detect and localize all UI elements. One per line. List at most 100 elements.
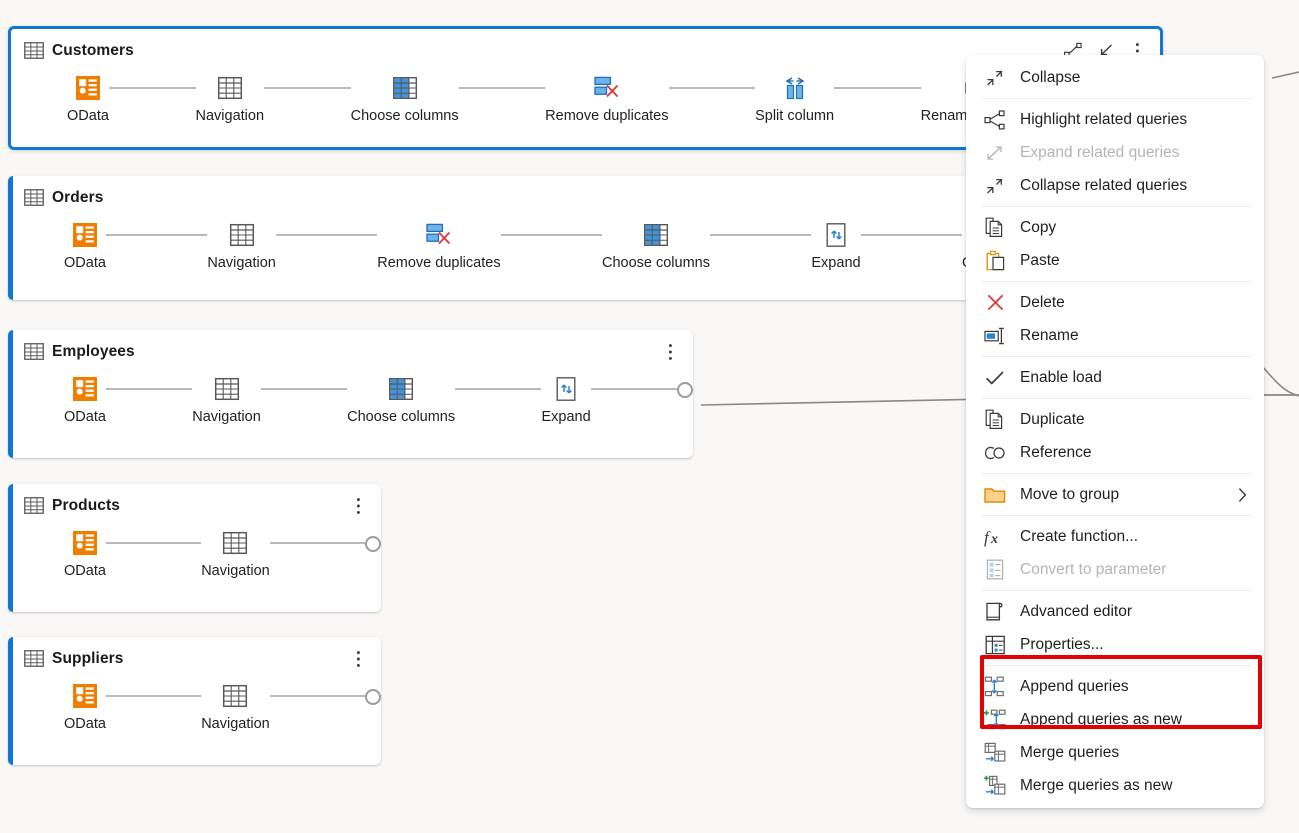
step-navigation[interactable]: Navigation [207,220,276,272]
copy-icon [980,217,1010,239]
menu-separator [982,590,1252,591]
diagram-canvas[interactable]: Customers OData Navigation Choose column… [0,0,1299,833]
menu-item-move-to-group[interactable]: Move to group [966,478,1264,511]
menu-item-append-queries-as-new[interactable]: Append queries as new [966,703,1264,736]
menu-item-label: Reference [1020,443,1092,461]
query-name: Orders [52,188,104,206]
step-odata[interactable]: OData [64,528,106,580]
steps-strip: OData Navigation [8,364,693,438]
menu-item-label: Collapse [1020,68,1081,86]
step-connector [275,220,378,250]
menu-item-rename[interactable]: Rename [966,319,1264,352]
step-label: Remove duplicates [377,255,501,271]
query-card-suppliers[interactable]: Suppliers OData Navigation [8,637,381,765]
query-card-employees[interactable]: Employees OData Navigation Choose column… [8,330,693,458]
menu-item-collapse-related-queries[interactable]: Collapse related queries [966,169,1264,202]
menu-item-collapse[interactable]: Collapse [966,61,1264,94]
merge-queries-as-new-icon [980,775,1010,797]
remove-duplicates-icon [593,73,621,103]
more-options-icon[interactable] [349,650,367,668]
menu-separator [982,206,1252,207]
append-queries-icon [980,676,1010,698]
step-navigation[interactable]: Navigation [201,528,270,580]
menu-item-highlight-related-queries[interactable]: Highlight related queries [966,103,1264,136]
merge-queries-icon [980,742,1010,764]
step-odata[interactable]: OData [64,681,106,733]
menu-item-label: Collapse related queries [1020,176,1188,194]
card-header: Employees [8,330,693,364]
svg-text:f: f [984,528,991,547]
step-navigation[interactable]: Navigation [201,681,270,733]
menu-item-copy[interactable]: Copy [966,211,1264,244]
menu-item-enable-load[interactable]: Enable load [966,361,1264,394]
choose-columns-icon [388,374,414,404]
query-name: Suppliers [52,649,124,667]
step-expand[interactable]: Expand [811,220,861,272]
menu-item-paste[interactable]: Paste [966,244,1264,277]
menu-item-label: Append queries [1020,677,1129,695]
step-choose-columns[interactable]: Choose columns [347,374,455,426]
step-odata[interactable]: OData [64,220,106,272]
menu-item-duplicate[interactable]: Duplicate [966,403,1264,436]
menu-item-reference[interactable]: Reference [966,436,1264,469]
odata-icon [72,528,98,558]
menu-item-merge-queries-as-new[interactable]: Merge queries as new [966,769,1264,802]
step-split-column[interactable]: Split column [755,73,834,125]
more-options-icon[interactable] [661,343,679,361]
step-label: Navigation [192,409,261,425]
step-expand[interactable]: Expand [541,374,591,426]
duplicate-icon [980,409,1010,431]
step-remove-duplicates[interactable]: Remove duplicates [377,220,501,272]
menu-item-label: Merge queries [1020,743,1120,761]
step-navigation[interactable]: Navigation [192,374,261,426]
step-choose-columns[interactable]: Choose columns [602,220,710,272]
step-odata[interactable]: OData [67,73,109,125]
more-options-icon[interactable] [349,497,367,515]
properties-icon [980,634,1010,656]
query-output-endpoint[interactable] [365,535,381,552]
step-navigation[interactable]: Navigation [196,73,264,125]
menu-item-append-queries[interactable]: Append queries [966,670,1264,703]
fx-icon: fx [980,526,1010,548]
step-choose-columns[interactable]: Choose columns [351,73,459,125]
step-label: OData [64,409,106,425]
menu-item-merge-queries[interactable]: Merge queries [966,736,1264,769]
menu-item-create-function[interactable]: f x Create function... [966,520,1264,553]
step-connector [105,374,193,404]
step-remove-duplicates[interactable]: Remove duplicates [545,73,669,125]
navigation-table-icon [214,374,240,404]
query-output-endpoint[interactable] [365,688,381,705]
query-name: Customers [52,41,134,59]
menu-item-label: Merge queries as new [1020,776,1173,794]
step-label: Choose columns [347,409,456,425]
navigation-table-icon [222,681,248,711]
split-column-icon [781,73,809,103]
menu-item-label: Copy [1020,218,1057,236]
step-connector [105,220,208,250]
step-connector [455,374,542,404]
step-odata[interactable]: OData [64,374,106,426]
step-connector [860,220,962,250]
step-connector [458,73,546,103]
folder-icon [980,484,1010,506]
step-connector [269,528,365,558]
query-output-endpoint[interactable] [677,381,693,398]
step-label: Split column [755,108,835,124]
menu-item-advanced-editor[interactable]: Advanced editor [966,595,1264,628]
rename-icon [980,325,1010,347]
step-label: OData [64,563,106,579]
collapse-icon [980,67,1010,89]
query-name: Employees [52,342,135,360]
reference-link-icon [980,442,1010,464]
step-connector [108,73,196,103]
step-connector [590,374,677,404]
query-card-products[interactable]: Products OData Navigation [8,484,381,612]
choose-columns-icon [392,73,418,103]
expand-icon [824,220,848,250]
query-context-menu[interactable]: Collapse Highlight related queries Expand … [966,55,1264,808]
navigation-table-icon [217,73,243,103]
menu-item-delete[interactable]: Delete [966,286,1264,319]
menu-separator [982,281,1252,282]
menu-item-label: Enable load [1020,368,1102,386]
menu-item-properties[interactable]: Properties... [966,628,1264,661]
